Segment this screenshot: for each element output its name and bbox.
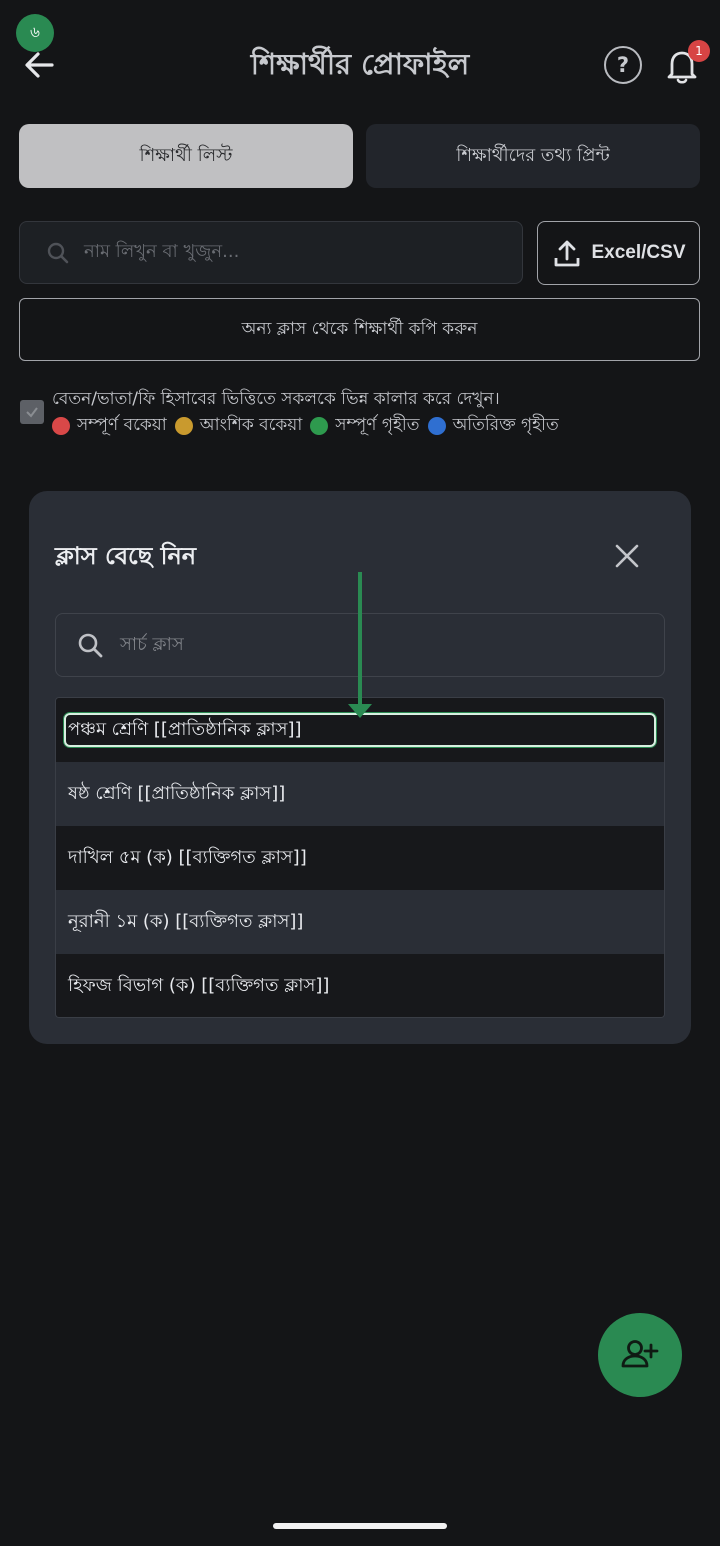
payment-legend: সম্পূর্ণ বকেয়া আংশিক বকেয়া সম্পূর্ণ গৃ… [52,412,567,440]
close-icon [615,544,639,568]
check-icon [26,407,38,418]
home-indicator[interactable] [273,1523,447,1529]
class-list: পঞ্চম শ্রেণি [[প্রাতিষ্ঠানিক ক্লাস]] ষষ্… [55,697,665,1018]
class-item[interactable]: দাখিল ৫ম (ক) [[ব্যক্তিগত ক্লাস]] [56,826,664,890]
pointer-arrow-icon [348,572,372,718]
class-item[interactable]: নূরানী ১ম (ক) [[ব্যক্তিগত ক্লাস]] [56,890,664,954]
class-item-label: নূরানী ১ম (ক) [[ব্যক্তিগত ক্লাস]] [68,910,304,932]
class-item-label: হিফজ বিভাগ (ক) [[ব্যক্তিগত ক্লাস]] [68,974,330,996]
blue-dot-icon [427,417,446,435]
search-icon [47,242,69,263]
upload-excel-button[interactable]: Excel/CSV [537,221,700,285]
tab-student-list[interactable]: শিক্ষার্থী লিস্ট [19,124,353,188]
page-title: শিক্ষার্থীর প্রোফাইল [250,47,470,81]
tab-student-print[interactable]: শিক্ষার্থীদের তথ্য প্রিন্ট [366,124,700,188]
upload-label: Excel/CSV [591,242,686,263]
student-search-input[interactable]: নাম লিখুন বা খুজুন... [19,221,523,284]
class-item[interactable]: ষষ্ঠ শ্রেণি [[প্রাতিষ্ঠানিক ক্লাস]] [56,762,664,826]
back-button[interactable] [18,44,62,88]
dialog-title: ক্লাস বেছে নিন [55,542,197,570]
legend-item-extra-received: অতিরিক্ত গৃহীত [427,412,559,440]
legend-item-full-due: সম্পূর্ণ বকেয়া [52,412,167,440]
class-item-label: ষষ্ঠ শ্রেণি [[প্রাতিষ্ঠানিক ক্লাস]] [68,782,286,804]
help-icon: ? [616,53,630,77]
add-person-icon [621,1340,659,1368]
legend-label: অতিরিক্ত গৃহীত [452,415,559,435]
color-coding-checkbox[interactable] [20,400,44,424]
legend-item-full-received: সম্পূর্ণ গৃহীত [310,412,420,440]
class-item[interactable]: হিফজ বিভাগ (ক) [[ব্যক্তিগত ক্লাস]] [56,954,664,1017]
yellow-dot-icon [174,417,193,435]
legend-label: আংশিক বকেয়া [199,415,303,435]
class-search-placeholder: সার্চ ক্লাস [120,633,184,655]
close-button[interactable] [608,537,646,575]
search-placeholder: নাম লিখুন বা খুজুন... [84,241,240,262]
color-coding-label: বেতন/ভাতা/ফি হিসাবের ভিত্তিতে সকলকে ভিন্… [52,389,500,409]
upload-icon [554,240,579,267]
class-item-label: পঞ্চম শ্রেণি [[প্রাতিষ্ঠানিক ক্লাস]] [68,718,302,740]
notification-badge: 1 [688,40,710,62]
add-student-button[interactable] [598,1313,682,1397]
class-item-label: দাখিল ৫ম (ক) [[ব্যক্তিগত ক্লাস]] [68,846,307,868]
help-button[interactable]: ? [604,46,642,84]
search-icon [78,633,103,658]
legend-label: সম্পূর্ণ বকেয়া [77,415,167,435]
legend-item-partial-due: আংশিক বকেয়া [174,412,303,440]
red-dot-icon [52,417,70,435]
copy-students-button[interactable]: অন্য ক্লাস থেকে শিক্ষার্থী কপি করুন [19,298,700,361]
arrow-left-icon [25,52,54,78]
green-dot-icon [310,417,329,435]
legend-label: সম্পূর্ণ গৃহীত [335,415,420,435]
